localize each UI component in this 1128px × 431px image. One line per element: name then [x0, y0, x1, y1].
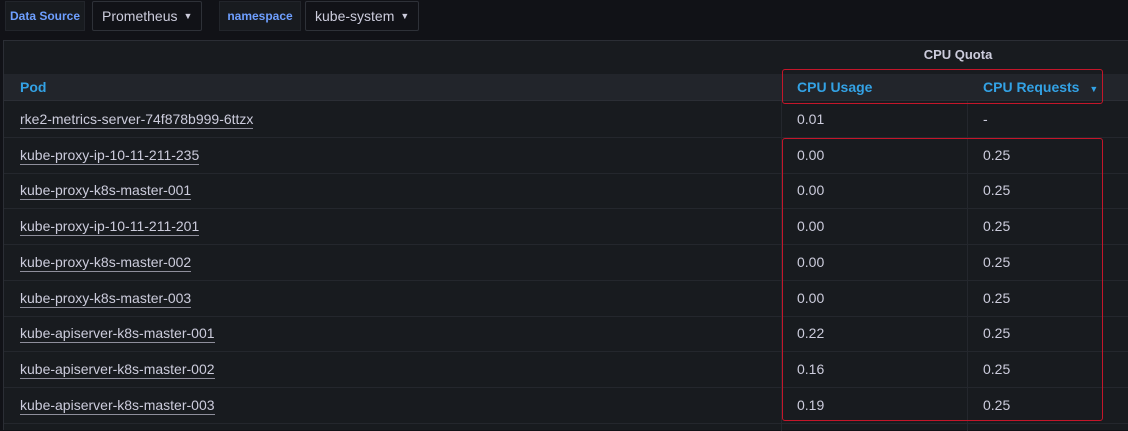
- cpu-usage-cell: 0.00: [797, 218, 825, 235]
- cpu-usage-cell: 0.19: [797, 396, 825, 413]
- column-header-cpu-usage[interactable]: CPU Usage: [797, 74, 872, 100]
- pod-link[interactable]: kube-proxy-k8s-master-001: [20, 182, 192, 201]
- namespace-select[interactable]: kube-system ▼: [305, 1, 419, 31]
- pod-cell: kube-proxy-ip-10-11-211-235: [20, 138, 200, 173]
- column-header-pod[interactable]: Pod: [20, 74, 46, 100]
- table-row: kube-proxy-k8s-master-002 0.00 0.25: [4, 245, 1128, 281]
- pod-cell: kube-apiserver-k8s-master-003: [20, 388, 215, 423]
- cpu-usage-cell: 0.00: [797, 289, 825, 306]
- cpu-requests-cell: 0.25: [983, 182, 1011, 199]
- pod-link[interactable]: kube-apiserver-k8s-master-002: [20, 360, 215, 379]
- datasource-value: Prometheus: [102, 8, 178, 24]
- column-header-cpu-requests-label: CPU Requests: [983, 79, 1080, 95]
- group-header-cpu-quota: CPU Quota: [923, 47, 993, 62]
- cpu-usage-cell: 0.00: [797, 182, 825, 199]
- cpu-requests-cell: -: [983, 111, 988, 127]
- namespace-value: kube-system: [315, 8, 395, 24]
- pod-cell: rke2-metrics-server-74f878b999-6ttzx: [20, 102, 254, 137]
- pod-link[interactable]: kube-proxy-k8s-master-002: [20, 253, 192, 272]
- pod-link[interactable]: kube-proxy-k8s-master-003: [20, 289, 192, 308]
- pod-cell: kube-apiserver-k8s-master-002: [20, 352, 215, 387]
- cpu-usage-cell: 0.22: [797, 325, 825, 342]
- table-row: kube-apiserver-k8s-master-003 0.19 0.25: [4, 388, 1128, 424]
- cpu-usage-cell: 0.16: [797, 360, 825, 377]
- chevron-down-icon: ▼: [400, 11, 410, 21]
- cpu-requests-cell: 0.25: [983, 289, 1011, 306]
- cpu-requests-cell: 0.25: [983, 396, 1011, 413]
- table-row: kube-apiserver-k8s-master-002 0.16 0.25: [4, 352, 1128, 388]
- cpu-requests-cell: 0.25: [983, 253, 1011, 270]
- pod-cell: kube-proxy-k8s-master-002: [20, 245, 192, 280]
- cpu-requests-cell: 0.25: [983, 218, 1011, 235]
- pod-cell: kube-proxy-ip-10-11-211-201: [20, 209, 200, 244]
- datasource-select[interactable]: Prometheus ▼: [92, 1, 202, 31]
- column-header-cpu-requests[interactable]: CPU Requests ▼: [983, 74, 1098, 100]
- pod-link[interactable]: kube-proxy-ip-10-11-211-235: [20, 146, 200, 165]
- table-row: kube-apiserver-k8s-master-001 0.22 0.25: [4, 316, 1128, 353]
- namespace-label: namespace: [219, 1, 301, 31]
- pod-cell: kube-proxy-k8s-master-001: [20, 173, 192, 208]
- cpu-requests-cell: 0.25: [983, 325, 1011, 342]
- table-row: kube-proxy-ip-10-11-211-235 0.00 0.25: [4, 138, 1128, 174]
- pod-link[interactable]: rke2-metrics-server-74f878b999-6ttzx: [20, 111, 254, 129]
- pod-cell: kube-apiserver-k8s-master-001: [20, 316, 215, 351]
- variables-bar: Data Source Prometheus ▼ namespace kube-…: [0, 0, 1128, 40]
- table-row: kube-proxy-k8s-master-003 0.00 0.25: [4, 281, 1128, 317]
- pod-cell: kube-proxy-k8s-master-003: [20, 281, 192, 316]
- pod-link[interactable]: kube-apiserver-k8s-master-001: [20, 325, 215, 344]
- chevron-down-icon: ▼: [183, 11, 193, 21]
- table-header: Pod CPU Usage CPU Requests ▼: [4, 74, 1128, 101]
- table-panel: CPU Quota Pod CPU Usage CPU Requests ▼ r…: [3, 40, 1128, 431]
- pod-link[interactable]: kube-proxy-ip-10-11-211-201: [20, 218, 200, 237]
- cpu-requests-cell: 0.25: [983, 146, 1011, 163]
- table-row: kube-proxy-ip-10-11-211-201 0.00 0.25: [4, 209, 1128, 246]
- cpu-usage-cell: 0.00: [797, 253, 825, 270]
- sort-desc-icon[interactable]: ▼: [1089, 84, 1098, 94]
- cpu-usage-cell: 0.01: [797, 111, 825, 127]
- datasource-label: Data Source: [5, 1, 85, 31]
- table-row: rke2-metrics-server-74f878b999-6ttzx 0.01…: [4, 102, 1128, 138]
- cpu-usage-cell: 0.00: [797, 146, 825, 163]
- pod-link[interactable]: kube-apiserver-k8s-master-003: [20, 396, 215, 415]
- cpu-requests-cell: 0.25: [983, 360, 1011, 377]
- table-row: kube-proxy-k8s-master-001 0.00 0.25: [4, 173, 1128, 210]
